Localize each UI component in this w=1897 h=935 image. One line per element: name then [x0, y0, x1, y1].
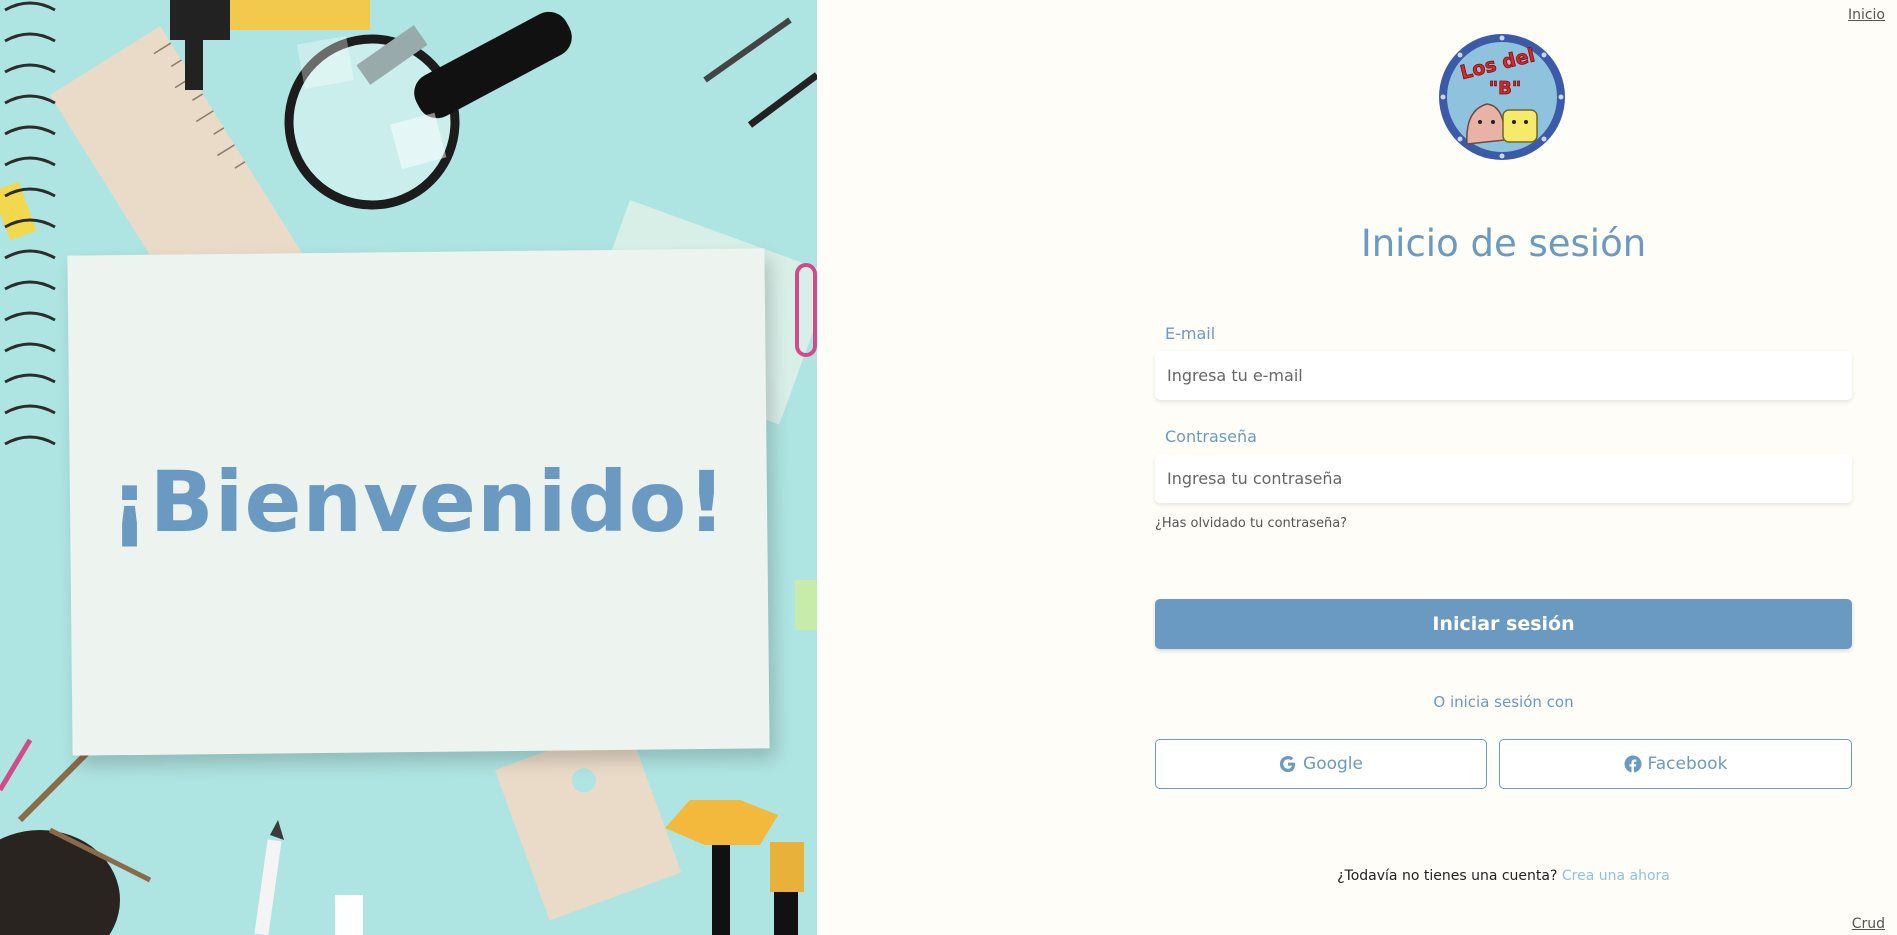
- email-label: E-mail: [1165, 324, 1216, 343]
- welcome-heading: ¡Bienvenido!: [110, 453, 727, 551]
- nav-link-inicio[interactable]: Inicio: [1848, 7, 1885, 23]
- google-label: Google: [1303, 754, 1363, 774]
- nav-link-crud[interactable]: Crud: [1852, 916, 1885, 932]
- login-button[interactable]: Iniciar sesión: [1155, 599, 1852, 649]
- alt-login-text: O inicia sesión con: [1433, 693, 1574, 711]
- signup-question: ¿Todavía no tienes una cuenta?: [1337, 868, 1558, 884]
- signup-link[interactable]: Crea una ahora: [1562, 868, 1670, 884]
- signup-prompt: ¿Todavía no tienes una cuenta? Crea una …: [1155, 868, 1852, 884]
- password-field[interactable]: [1155, 454, 1852, 503]
- logo: Los del "B": [1439, 34, 1565, 160]
- spiral-binding: [4, 1, 56, 446]
- email-field[interactable]: [1155, 351, 1852, 400]
- google-login-button[interactable]: Google: [1155, 739, 1487, 789]
- facebook-icon: [1624, 755, 1642, 773]
- page-title: Inicio de sesión: [1360, 222, 1647, 265]
- forgot-password-link[interactable]: ¿Has olvidado tu contraseña?: [1155, 516, 1347, 531]
- svg-text:"B": "B": [1489, 78, 1521, 99]
- google-icon: [1280, 756, 1296, 772]
- password-label: Contraseña: [1165, 427, 1257, 446]
- facebook-login-button[interactable]: Facebook: [1499, 739, 1852, 789]
- facebook-label: Facebook: [1647, 754, 1728, 774]
- hero-panel: ¡Bienvenido!: [0, 0, 817, 935]
